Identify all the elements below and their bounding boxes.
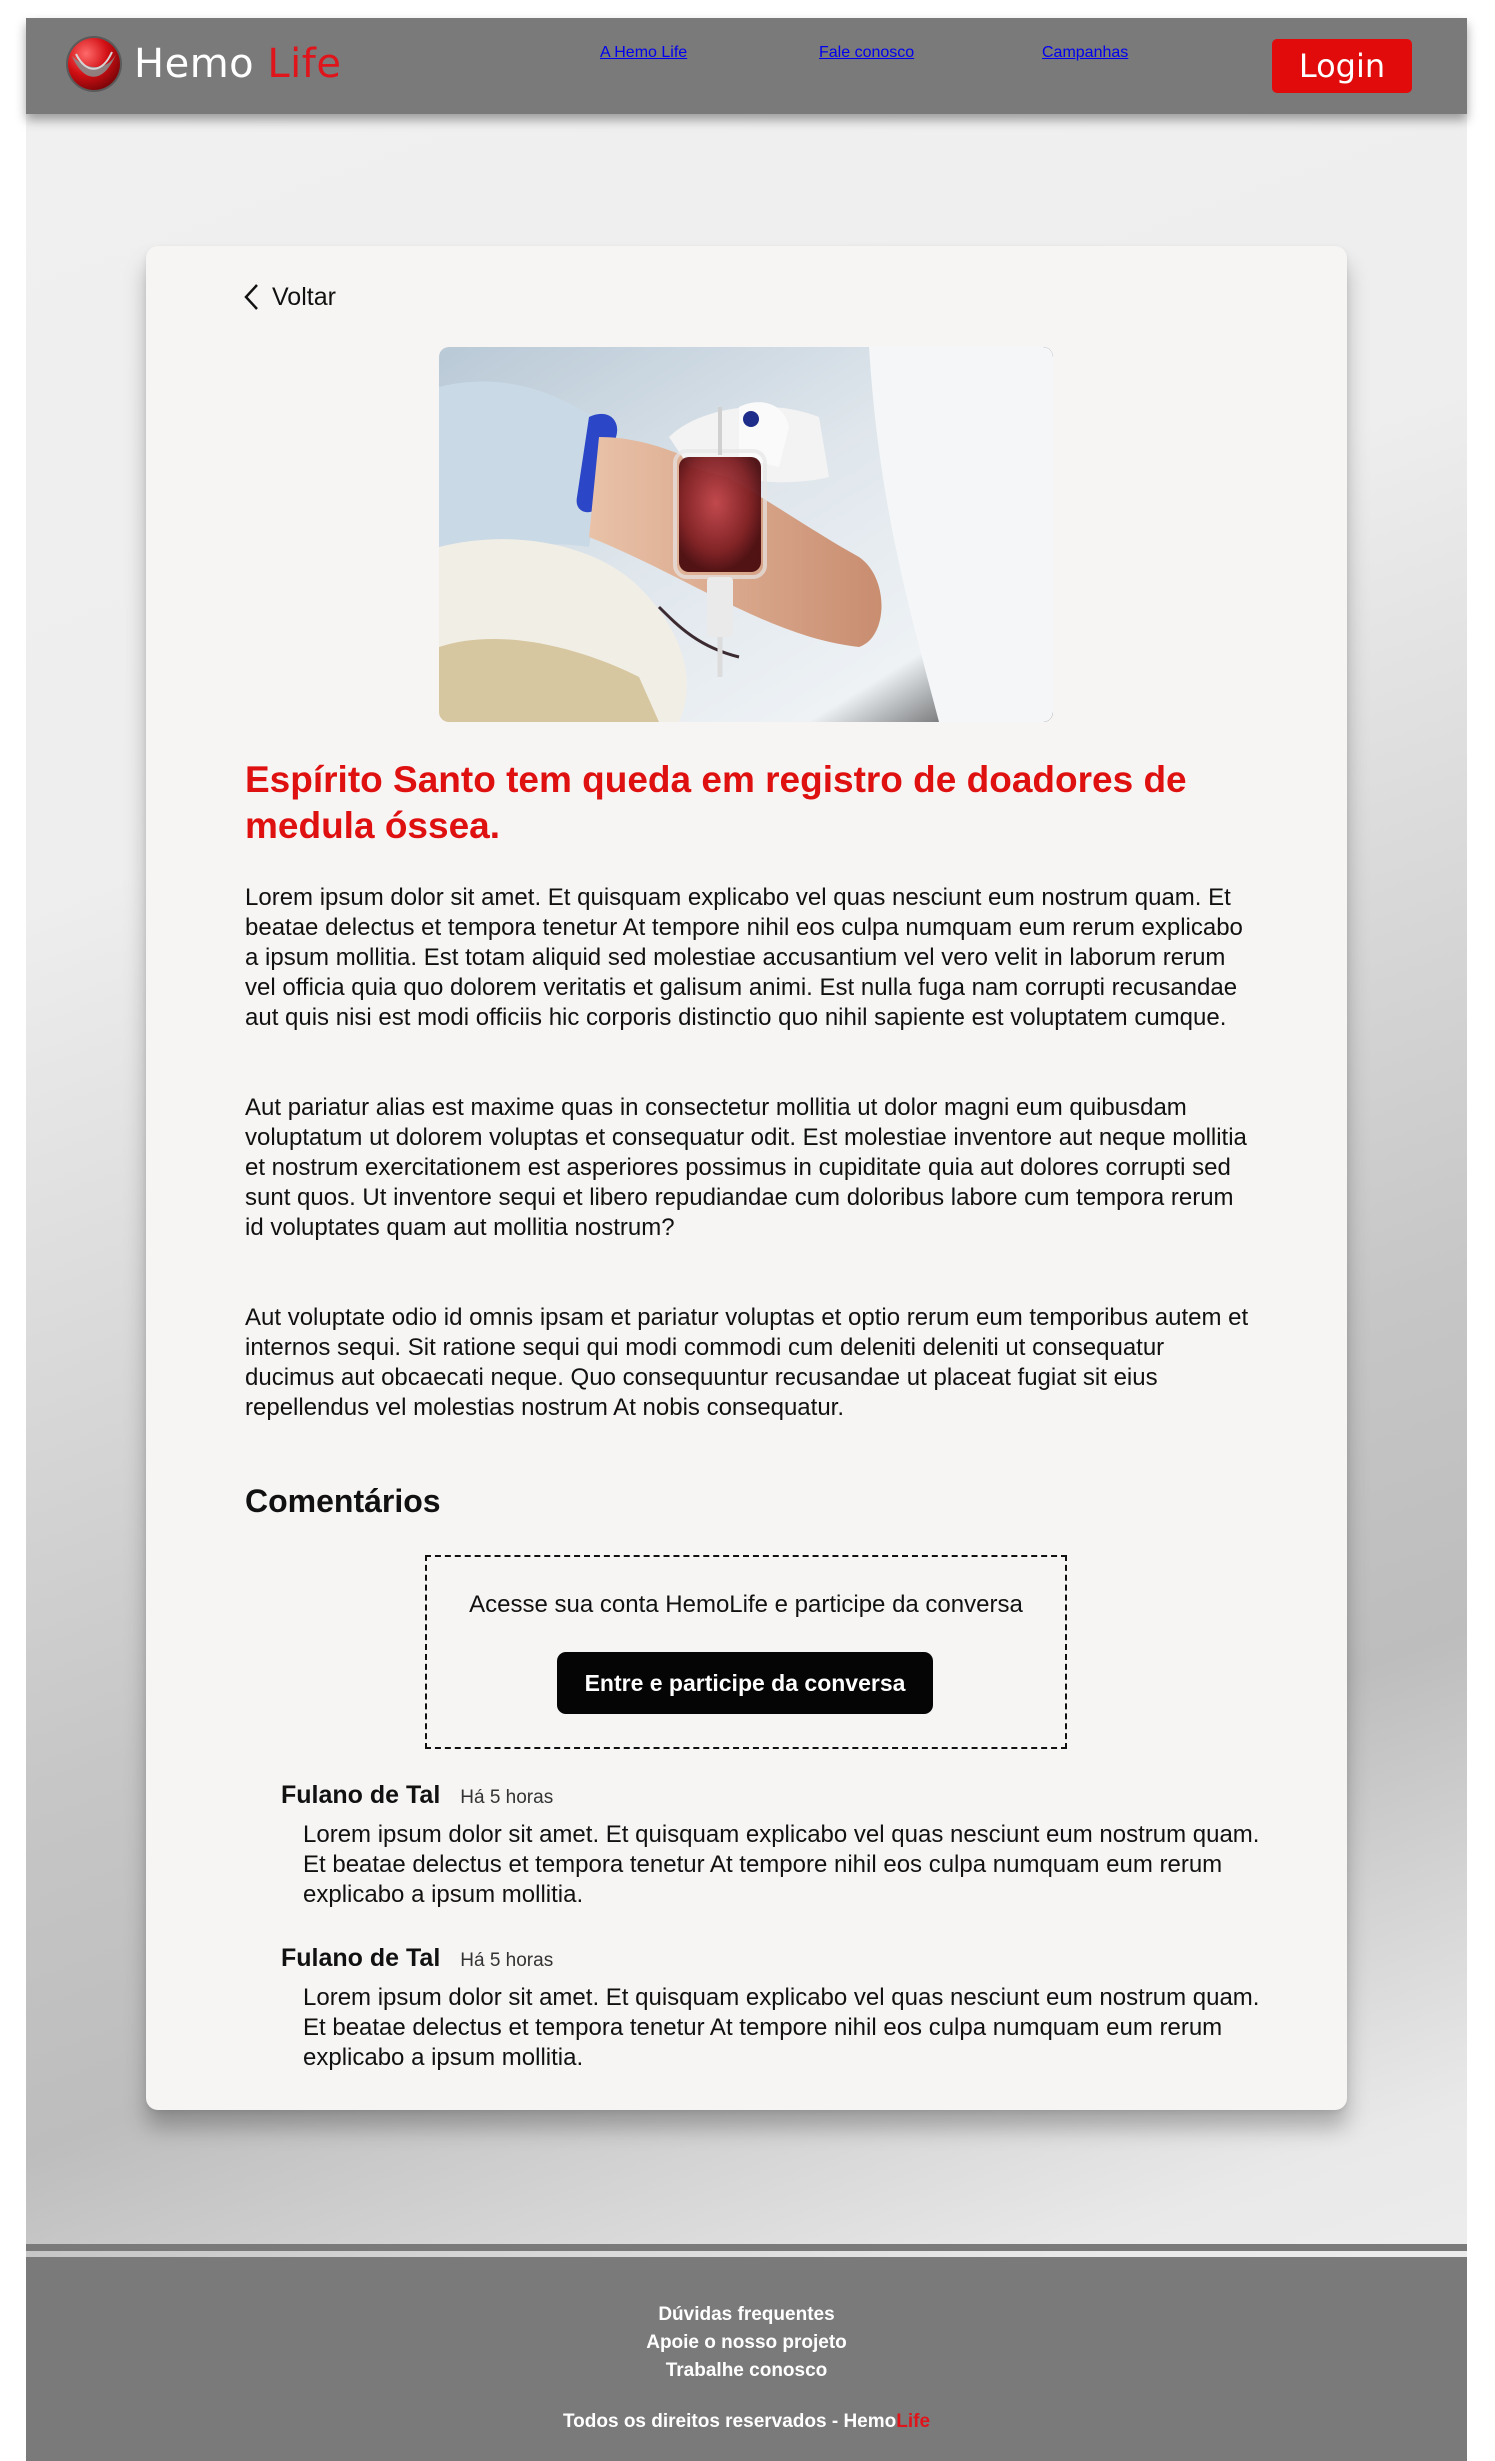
article-hero-image — [439, 347, 1053, 722]
top-navbar: Hemo Life A Hemo Life Fale conosco Campa… — [26, 18, 1467, 114]
comments-title: Comentários — [245, 1483, 441, 1519]
comment-author: Fulano de Tal — [281, 1781, 441, 1809]
join-conversation-button[interactable]: Entre e participe da conversa — [557, 1652, 933, 1714]
blood-bag-photo-icon — [439, 347, 1053, 722]
copyright-accent: Life — [896, 2411, 931, 2432]
nav-link-campanhas[interactable]: Campanhas — [1042, 44, 1128, 62]
article-paragraph: Lorem ipsum dolor sit amet. Et quisquam … — [245, 884, 1243, 1031]
hemo-life-logo-icon — [66, 36, 122, 92]
site-footer: Dúvidas frequentes Apoie o nosso projeto… — [26, 2257, 1467, 2461]
footer-link-support[interactable]: Apoie o nosso projeto — [26, 2329, 1467, 2357]
nav-link-a-hemo-life[interactable]: A Hemo Life — [600, 44, 687, 62]
footer-copyright: Todos os direitos reservados - HemoLife — [26, 2411, 1467, 2433]
comment-text: Lorem ipsum dolor sit amet. Et quisquam … — [303, 1821, 1260, 1908]
login-button[interactable]: Login — [1272, 39, 1412, 93]
comment-time: Há 5 horas — [460, 1787, 554, 1808]
article-paragraph: Aut voluptate odio id omnis ipsam et par… — [245, 1304, 1249, 1421]
comment-meta: Fulano de Tal Há 5 horas — [281, 1781, 1261, 1810]
comment-login-box: Acesse sua conta HemoLife e participe da… — [425, 1555, 1067, 1749]
comment-author: Fulano de Tal — [281, 1944, 441, 1972]
footer-link-careers[interactable]: Trabalhe conosco — [26, 2357, 1467, 2385]
copyright-text: Todos os direitos reservados - Hemo — [562, 2411, 897, 2432]
comment-time: Há 5 horas — [460, 1950, 554, 1971]
brand-name-accent: Life — [267, 41, 342, 87]
article-paragraph: Aut pariatur alias est maxime quas in co… — [245, 1094, 1247, 1241]
brand-logo[interactable]: Hemo Life — [64, 34, 341, 94]
back-button[interactable]: Voltar — [242, 282, 336, 312]
back-label: Voltar — [272, 282, 336, 311]
article-title: Espírito Santo tem queda em registro de … — [245, 759, 1187, 846]
article-card: Voltar Espírito Santo tem queda em regis… — [146, 246, 1347, 2110]
footer-link-faq[interactable]: Dúvidas frequentes — [26, 2301, 1467, 2329]
comment-login-prompt: Acesse sua conta HemoLife e participe da… — [469, 1591, 1023, 1618]
comment-meta: Fulano de Tal Há 5 horas — [281, 1944, 1261, 1973]
brand-name-main: Hemo — [134, 41, 255, 87]
comment-item: Fulano de Tal Há 5 horas Lorem ipsum dol… — [281, 1781, 1261, 1910]
brand-name: Hemo Life — [134, 41, 341, 87]
comment-item: Fulano de Tal Há 5 horas Lorem ipsum dol… — [281, 1944, 1261, 2073]
comment-text: Lorem ipsum dolor sit amet. Et quisquam … — [303, 1984, 1260, 2071]
footer-divider — [26, 2244, 1467, 2251]
nav-link-fale-conosco[interactable]: Fale conosco — [819, 44, 914, 62]
footer-links: Dúvidas frequentes Apoie o nosso projeto… — [26, 2301, 1467, 2385]
chevron-left-icon — [244, 284, 258, 310]
